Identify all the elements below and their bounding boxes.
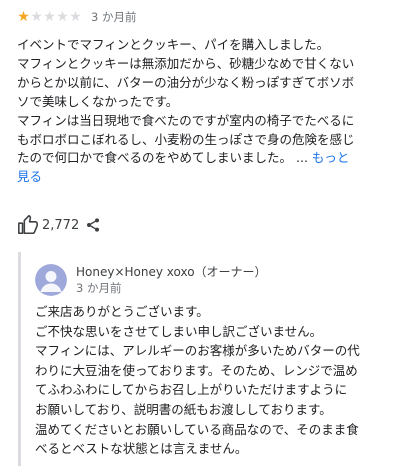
reply-text-line: 温めてくださいとお願いしている商品なので、そのまま食 [35, 421, 359, 437]
reply-text-line: ご不快な思いをさせてしまい申し訳ございません。 [35, 323, 323, 339]
review-text-fragment: たので何口かで食べるのをやめてしまいました。 [17, 150, 293, 166]
star-icon: ★ [43, 9, 56, 25]
owner-header: Honey×Honey xoxo（オーナー） 3 か月前 [35, 264, 267, 296]
review-text-line: マフィンは当日現地で食べたのですが室内の椅子でたべるに [17, 112, 355, 128]
review-text-line: マフィンとクッキーは無添加だから、砂糖少なめで甘くない [17, 55, 355, 71]
share-icon[interactable] [85, 217, 101, 233]
more-link[interactable]: もっと [312, 150, 350, 165]
owner-reply: Honey×Honey xoxo（オーナー） 3 か月前 ご来店ありがとうござい… [18, 252, 400, 466]
more-link-continued[interactable]: 見る [17, 168, 389, 187]
like-button[interactable]: 2,772 [17, 214, 85, 236]
ellipsis: ... [296, 150, 308, 166]
review-actions: 2,772 [17, 212, 101, 238]
star-icon: ★ [30, 9, 43, 25]
reply-text-line: わりに大豆油を使っております。そのため、レンジで温め [35, 362, 358, 378]
reply-text-line: てふわふわにしてからお召し上がりいただけますように [35, 382, 348, 398]
owner-reply-text: ご来店ありがとうございます。 ご不快な思いをさせてしまい申し訳ございません。 マ… [35, 302, 395, 459]
review-date: 3 か月前 [91, 10, 137, 24]
reply-text-line: お願いしており、説明書の紙もお渡ししております。 [35, 401, 332, 417]
review-text: イベントでマフィンとクッキー、パイを購入しました。 マフィンとクッキーは無添加だ… [17, 36, 389, 187]
star-icon: ★ [17, 9, 30, 25]
thumbs-up-icon [18, 214, 38, 235]
owner-meta: Honey×Honey xoxo（オーナー） 3 か月前 [76, 264, 267, 296]
review-text-line: イベントでマフィンとクッキー、パイを購入しました。 [17, 37, 330, 52]
review-text-line-last: たので何口かで食べるのをやめてしまいました。 ... もっと [17, 149, 389, 168]
review-text-line: からとか以前に、バターの油分が少なく粉っぽすぎてボソボ [17, 74, 355, 90]
star-icon: ★ [69, 9, 82, 25]
reply-text-line: マフィンには、アレルギーのお客様が多いためバターの代 [35, 343, 360, 359]
owner-reply-date: 3 か月前 [76, 281, 122, 295]
avatar [35, 264, 67, 296]
star-rating: ★ ★ ★ ★ ★ [17, 10, 82, 24]
reply-text-line: べるとベストな状態とは言えません。 [35, 441, 248, 457]
owner-name: Honey×Honey xoxo（オーナー） [76, 265, 267, 279]
review-text-line: もボロボロこぼれるし、小麦粉の生っぽさで身の危険を感じ [17, 131, 355, 147]
star-icon: ★ [56, 9, 69, 25]
like-count: 2,772 [42, 217, 80, 233]
reply-text-line: ご来店ありがとうございます。 [35, 304, 209, 319]
review-text-line: ソで美味しくなかったです。 [17, 93, 179, 109]
review-header: ★ ★ ★ ★ ★ 3 か月前 [17, 8, 136, 26]
